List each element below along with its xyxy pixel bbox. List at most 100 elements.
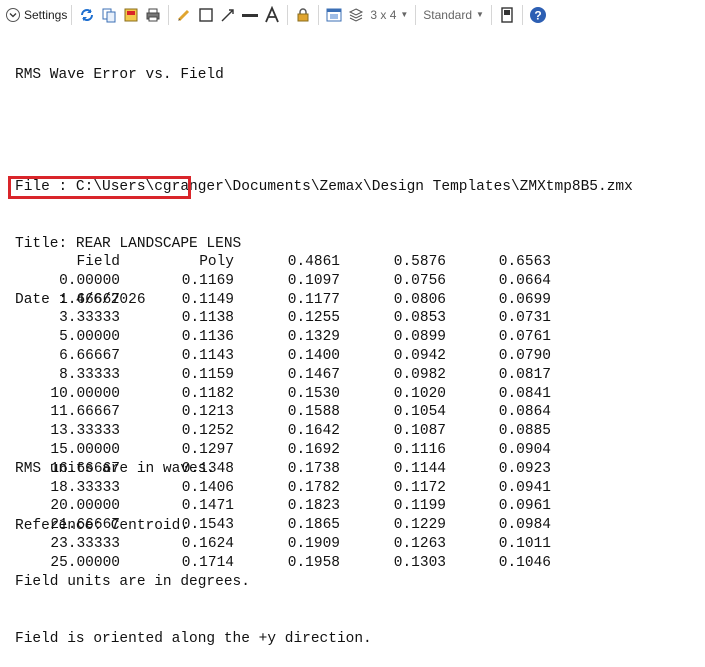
table-cell: 10.00000 bbox=[50, 385, 120, 402]
table-cell: 0.1252 bbox=[181, 423, 234, 440]
column-header: 0.5876 bbox=[393, 254, 446, 270]
bookmark-icon[interactable] bbox=[497, 4, 517, 26]
table-cell: 15.00000 bbox=[50, 441, 120, 458]
table-cell: 0.1020 bbox=[393, 385, 446, 402]
help-icon[interactable]: ? bbox=[528, 4, 548, 26]
table-cell: 0.1303 bbox=[393, 554, 446, 571]
table-cell: 0.1642 bbox=[287, 423, 340, 440]
table-cell: 8.33333 bbox=[59, 366, 120, 383]
line-icon[interactable] bbox=[240, 4, 260, 26]
table-cell: 0.1177 bbox=[287, 291, 340, 308]
text-icon[interactable] bbox=[262, 4, 282, 26]
column-header: 0.6563 bbox=[498, 254, 551, 270]
table-cell: 1.66667 bbox=[59, 291, 120, 308]
table-cell: 0.0942 bbox=[393, 347, 446, 364]
table-cell: 0.1199 bbox=[393, 498, 446, 515]
window-icon[interactable] bbox=[324, 4, 344, 26]
toolbar-divider bbox=[168, 4, 170, 25]
table-cell: 0.1406 bbox=[181, 479, 234, 496]
table-cell: 6.66667 bbox=[59, 347, 120, 364]
table-cell: 0.0841 bbox=[498, 385, 551, 402]
column-header: 0.4861 bbox=[287, 254, 340, 270]
toolbar-divider bbox=[521, 4, 523, 25]
lock-icon[interactable] bbox=[293, 4, 313, 26]
table-cell: 0.1782 bbox=[287, 479, 340, 496]
table-cell: 0.00000 bbox=[59, 272, 120, 289]
table-cell: 0.1149 bbox=[181, 291, 234, 308]
table-cell: 0.1159 bbox=[181, 366, 234, 383]
report-title: RMS Wave Error vs. Field bbox=[15, 66, 224, 83]
table-cell: 25.00000 bbox=[50, 554, 120, 571]
table-cell: 0.1400 bbox=[287, 347, 340, 364]
table-cell: 0.1543 bbox=[181, 517, 234, 534]
table-cell: 0.0864 bbox=[498, 404, 551, 421]
table-cell: 0.1865 bbox=[287, 517, 340, 534]
chevron-down-icon: ▼ bbox=[476, 10, 484, 19]
table-cell: 0.0982 bbox=[393, 366, 446, 383]
table-cell: 0.1297 bbox=[181, 441, 234, 458]
table-cell: 0.1329 bbox=[287, 329, 340, 346]
settings-button[interactable]: Settings bbox=[6, 4, 67, 26]
table-cell: 0.1138 bbox=[181, 310, 234, 327]
style-dropdown[interactable]: Standard ▼ bbox=[420, 8, 487, 22]
table-cell: 0.1136 bbox=[181, 329, 234, 346]
arrow-icon[interactable] bbox=[218, 4, 238, 26]
table-cell: 0.1738 bbox=[287, 460, 340, 477]
toolbar-divider bbox=[415, 4, 417, 25]
title-line: Title: REAR LANDSCAPE LENS bbox=[15, 235, 242, 252]
refresh-icon[interactable] bbox=[77, 4, 97, 26]
table-cell: 13.33333 bbox=[50, 423, 120, 440]
chevron-down-icon bbox=[6, 7, 20, 22]
toolbar-divider bbox=[490, 4, 492, 25]
table-cell: 0.1182 bbox=[181, 385, 234, 402]
column-header: Field bbox=[76, 254, 120, 270]
chevron-down-icon: ▼ bbox=[400, 10, 409, 19]
table-cell: 0.0853 bbox=[393, 310, 446, 327]
table-cell: 0.0923 bbox=[498, 460, 551, 477]
table-cell: 0.1714 bbox=[181, 554, 234, 571]
table-cell: 0.1143 bbox=[181, 347, 234, 364]
analysis-toolbar: Settings 3 x 4 ▼ Standard ▼ ? bbox=[0, 0, 705, 29]
copy-icon[interactable] bbox=[99, 4, 119, 26]
table-cell: 0.1054 bbox=[393, 404, 446, 421]
table-cell: 5.00000 bbox=[59, 329, 120, 346]
table-cell: 11.66667 bbox=[50, 404, 120, 421]
table-cell: 16.66667 bbox=[50, 460, 120, 477]
reference-highlight-box bbox=[8, 176, 191, 199]
settings-label: Settings bbox=[24, 7, 68, 22]
table-cell: 0.1169 bbox=[181, 272, 234, 289]
toolbar-divider bbox=[287, 4, 289, 25]
table-cell: 0.0806 bbox=[393, 291, 446, 308]
table-column: 0.6563 0.0664 0.0699 0.0731 0.0761 0.0790 0.08… bbox=[451, 253, 551, 573]
table-cell: 0.1823 bbox=[287, 498, 340, 515]
table-cell: 0.0904 bbox=[498, 441, 551, 458]
table-cell: 18.33333 bbox=[50, 479, 120, 496]
table-cell: 0.0761 bbox=[498, 329, 551, 346]
table-cell: 0.0885 bbox=[498, 423, 551, 440]
layers-icon[interactable] bbox=[346, 4, 366, 26]
table-cell: 0.0756 bbox=[393, 272, 446, 289]
table-cell: 0.1692 bbox=[287, 441, 340, 458]
layout-dropdown[interactable]: 3 x 4 ▼ bbox=[367, 8, 411, 22]
table-cell: 0.1229 bbox=[393, 517, 446, 534]
table-cell: 3.33333 bbox=[59, 310, 120, 327]
pencil-icon[interactable] bbox=[174, 4, 194, 26]
table-cell: 0.1348 bbox=[181, 460, 234, 477]
rectangle-icon[interactable] bbox=[196, 4, 216, 26]
export-icon[interactable] bbox=[121, 4, 141, 26]
table-cell: 0.1467 bbox=[287, 366, 340, 383]
table-cell: 0.1172 bbox=[393, 479, 446, 496]
table-cell: 0.1255 bbox=[287, 310, 340, 327]
table-cell: 0.1530 bbox=[287, 385, 340, 402]
print-icon[interactable] bbox=[143, 4, 163, 26]
table-cell: 0.1263 bbox=[393, 535, 446, 552]
table-cell: 23.33333 bbox=[50, 535, 120, 552]
table-cell: 0.1087 bbox=[393, 423, 446, 440]
table-cell: 0.1958 bbox=[287, 554, 340, 571]
table-column: Poly 0.1169 0.1149 0.1138 0.1136 0.1143 0.1159… bbox=[134, 253, 234, 573]
table-column: 0.5876 0.0756 0.0806 0.0853 0.0899 0.0942 0.09… bbox=[346, 253, 446, 573]
table-cell: 0.0731 bbox=[498, 310, 551, 327]
table-cell: 0.1097 bbox=[287, 272, 340, 289]
column-header: Poly bbox=[199, 254, 234, 270]
